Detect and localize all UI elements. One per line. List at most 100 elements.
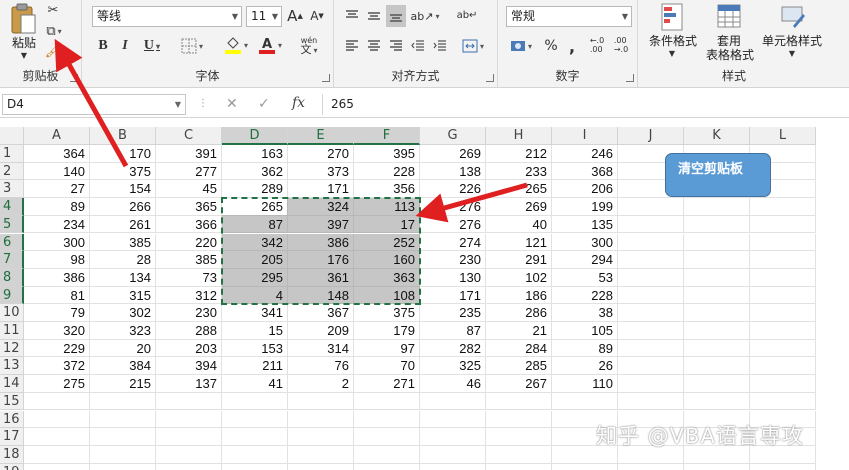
cell-k14[interactable]	[684, 375, 750, 393]
shrink-font-button[interactable]: A ▼	[308, 6, 326, 26]
cell-b9[interactable]: 315	[90, 286, 156, 305]
cell-h6[interactable]: 121	[486, 233, 552, 252]
cell-h3[interactable]: 265	[486, 180, 552, 199]
column-header-b[interactable]: B	[90, 127, 156, 145]
cancel-icon[interactable]: ✕	[226, 96, 238, 112]
grow-font-button[interactable]: A ▲	[286, 6, 304, 26]
cell-d11[interactable]: 15	[222, 322, 288, 340]
cell-a12[interactable]: 229	[24, 339, 90, 358]
cell-f2[interactable]: 228	[354, 162, 420, 181]
cell-l12[interactable]	[750, 339, 816, 358]
cell-l4[interactable]	[750, 198, 816, 216]
cell-h19[interactable]	[486, 463, 552, 470]
cell-h18[interactable]	[486, 445, 552, 464]
cell-i8[interactable]: 53	[552, 268, 618, 287]
cell-e7[interactable]: 176	[288, 251, 354, 269]
number-launcher-icon[interactable]	[626, 74, 634, 82]
row-header-4[interactable]: 4	[0, 198, 24, 216]
cell-i15[interactable]	[552, 392, 618, 411]
cell-g18[interactable]	[420, 445, 486, 464]
column-header-k[interactable]: K	[684, 127, 750, 145]
cell-a11[interactable]: 320	[24, 322, 90, 340]
cell-h7[interactable]: 291	[486, 251, 552, 269]
cell-a15[interactable]	[24, 392, 90, 411]
cell-i3[interactable]: 206	[552, 180, 618, 199]
cell-g12[interactable]: 282	[420, 339, 486, 358]
cell-b7[interactable]: 28	[90, 251, 156, 269]
cell-c11[interactable]: 288	[156, 322, 222, 340]
cell-j5[interactable]	[618, 215, 684, 234]
cell-j12[interactable]	[618, 339, 684, 358]
cell-l14[interactable]	[750, 375, 816, 393]
cell-i10[interactable]: 38	[552, 304, 618, 322]
cell-e17[interactable]	[288, 428, 354, 446]
cell-f9[interactable]: 108	[354, 286, 420, 305]
cell-c9[interactable]: 312	[156, 286, 222, 305]
borders-icon[interactable]: ▾	[176, 36, 208, 56]
cell-i1[interactable]: 246	[552, 145, 618, 163]
cell-f7[interactable]: 160	[354, 251, 420, 269]
number-format-select[interactable]: 常规 ▼	[506, 6, 632, 27]
cell-g17[interactable]	[420, 428, 486, 446]
cell-f5[interactable]: 17	[354, 215, 420, 234]
cell-k9[interactable]	[684, 286, 750, 305]
cell-b1[interactable]: 170	[90, 145, 156, 163]
cell-i11[interactable]: 105	[552, 322, 618, 340]
cell-h13[interactable]: 285	[486, 357, 552, 376]
column-header-e[interactable]: E	[288, 127, 354, 145]
cell-d2[interactable]: 362	[222, 162, 288, 181]
wrap-text-icon[interactable]: ab↵	[456, 4, 478, 26]
cell-d13[interactable]: 211	[222, 357, 288, 376]
cell-k12[interactable]	[684, 339, 750, 358]
cell-d19[interactable]	[222, 463, 288, 470]
cell-b11[interactable]: 323	[90, 322, 156, 340]
cell-f19[interactable]	[354, 463, 420, 470]
cell-a18[interactable]	[24, 445, 90, 464]
cell-g5[interactable]: 276	[420, 215, 486, 234]
cell-g11[interactable]: 87	[420, 322, 486, 340]
cell-a3[interactable]: 27	[24, 180, 90, 199]
clear-clipboard-button[interactable]: 清空剪贴板	[665, 153, 771, 197]
cell-k10[interactable]	[684, 304, 750, 322]
cell-b2[interactable]: 375	[90, 162, 156, 181]
cell-b8[interactable]: 134	[90, 268, 156, 287]
cell-d6[interactable]: 342	[222, 233, 288, 252]
cell-d3[interactable]: 289	[222, 180, 288, 199]
row-header-8[interactable]: 8	[0, 268, 24, 287]
cell-b4[interactable]: 266	[90, 198, 156, 216]
row-header-2[interactable]: 2	[0, 162, 24, 181]
cell-styles-icon[interactable]	[780, 2, 806, 32]
cell-f14[interactable]: 271	[354, 375, 420, 393]
cell-i6[interactable]: 300	[552, 233, 618, 252]
name-box[interactable]: D4 ▼	[2, 94, 186, 115]
cell-l13[interactable]	[750, 357, 816, 376]
cell-g14[interactable]: 46	[420, 375, 486, 393]
cell-e6[interactable]: 386	[288, 233, 354, 252]
decrease-indent-icon[interactable]	[408, 36, 428, 56]
cell-j4[interactable]	[618, 198, 684, 216]
cell-a6[interactable]: 300	[24, 233, 90, 252]
cell-h2[interactable]: 233	[486, 162, 552, 181]
row-header-9[interactable]: 9	[0, 286, 24, 305]
cell-l6[interactable]	[750, 233, 816, 252]
font-size-select[interactable]: 11 ▼	[246, 6, 282, 27]
cell-c15[interactable]	[156, 392, 222, 411]
cell-c2[interactable]: 277	[156, 162, 222, 181]
cell-e13[interactable]: 76	[288, 357, 354, 376]
cell-j10[interactable]	[618, 304, 684, 322]
cell-k5[interactable]	[684, 215, 750, 234]
column-header-f[interactable]: F	[354, 127, 420, 145]
cell-d12[interactable]: 153	[222, 339, 288, 358]
cell-h15[interactable]	[486, 392, 552, 411]
cell-d18[interactable]	[222, 445, 288, 464]
cell-b14[interactable]: 215	[90, 375, 156, 393]
cell-d9[interactable]: 4	[222, 286, 288, 305]
row-header-14[interactable]: 14	[0, 375, 24, 393]
cell-e8[interactable]: 361	[288, 268, 354, 287]
row-header-6[interactable]: 6	[0, 233, 24, 252]
cell-b5[interactable]: 261	[90, 215, 156, 234]
cell-f18[interactable]	[354, 445, 420, 464]
copy-icon[interactable]: ⧉ ▾	[44, 22, 64, 40]
column-header-i[interactable]: I	[552, 127, 618, 145]
cell-f13[interactable]: 70	[354, 357, 420, 376]
